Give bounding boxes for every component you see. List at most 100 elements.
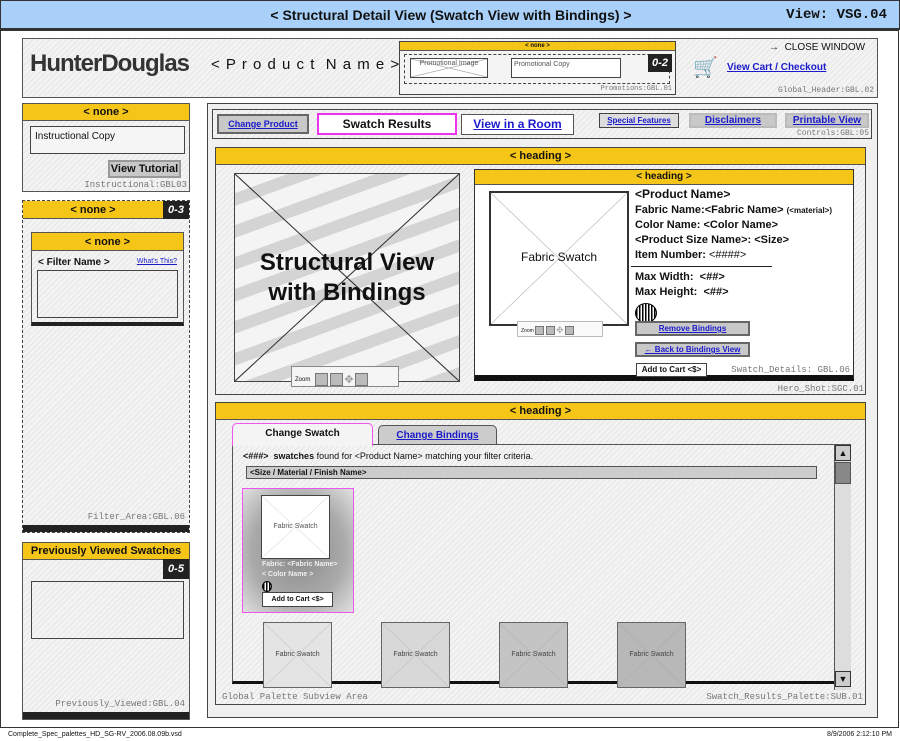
results-label-right: Swatch_Results_Palette:SUB.01 [706, 692, 863, 702]
printable-view-button[interactable]: Printable View [785, 113, 869, 128]
close-window[interactable]: → CLOSE WINDOW [769, 42, 865, 53]
results-count: <###> [243, 451, 269, 461]
previously-viewed-bottom-bar [23, 712, 189, 719]
global-header: HunterDouglas < P r o d u c t N a m e > … [22, 38, 878, 98]
special-features-button[interactable]: Special Features [599, 113, 679, 128]
tab-change-swatch[interactable]: Change Swatch [232, 423, 373, 446]
details-divider [631, 266, 772, 267]
swatch-thumbnail[interactable]: Fabric Swatch [263, 622, 332, 688]
details-pan-icon[interactable]: ✥ [556, 325, 564, 335]
details-heading: < heading > [475, 170, 853, 185]
instructional-heading: < none > [23, 104, 189, 121]
filter-label: Filter_Area:GBL.06 [87, 512, 185, 522]
promo-image-label: Promotional Image [419, 60, 479, 67]
binding-stripe-icon [635, 303, 657, 323]
detail-item: Item Number: <####> [635, 248, 832, 263]
logo[interactable]: HunterDouglas [30, 50, 190, 78]
selected-color: < Color Name > [262, 571, 314, 578]
results-summary: <###> swatches found for <Product Name> … [243, 451, 533, 461]
details-zoom-in-icon[interactable] [535, 326, 545, 335]
details-zoom-out-icon[interactable] [545, 326, 555, 335]
results-label-left: Global Palette Subview Area [222, 692, 368, 702]
details-reset-icon[interactable] [564, 326, 574, 335]
controls-label: Controls:GBL:05 [796, 129, 869, 138]
detail-fabric: Fabric Name:<Fabric Name> (<material>) [635, 203, 832, 218]
previously-viewed-badge: 0-5 [163, 559, 189, 579]
swatch-thumbnail[interactable]: Fabric Swatch [499, 622, 568, 688]
details-zoom-controls[interactable]: Zoom ✥ [517, 321, 603, 337]
view-id: View: VSG.04 [786, 7, 887, 23]
zoom-label: Zoom [295, 377, 311, 384]
product-name: < P r o d u c t N a m e > [211, 56, 401, 73]
selected-binding-icon [262, 581, 272, 592]
view-tutorial-button[interactable]: View Tutorial [108, 160, 181, 178]
zoom-out-icon[interactable] [329, 373, 343, 386]
detail-size: <Product Size Name>: <Size> [635, 234, 790, 246]
previously-viewed-label: Previously_Viewed:GBL.04 [55, 699, 185, 709]
view-in-room-button[interactable]: View in a Room [461, 114, 574, 135]
hero-shot: < heading > Structural View with Binding… [215, 147, 866, 395]
scroll-up-icon[interactable]: ▲ [835, 445, 851, 461]
promo-heading: < none > [400, 42, 675, 51]
swatch-results-palette: < heading > Change Swatch Change Binding… [215, 402, 866, 705]
tab-change-bindings[interactable]: Change Bindings [378, 425, 497, 445]
detail-item-value: <####> [708, 249, 747, 261]
swatch-details: < heading > Fabric Swatch Zoom ✥ <Produc… [474, 169, 854, 381]
detail-item-label: Item Number: [635, 249, 706, 261]
detail-product-name: <Product Name> [635, 187, 731, 201]
swatch-details-label: Swatch_Details: GBL.06 [731, 365, 850, 375]
zoom-in-icon[interactable] [315, 373, 329, 386]
selected-swatch-image[interactable]: Fabric Swatch [261, 495, 330, 559]
instructional-panel: < none > Instructional Copy View Tutoria… [22, 103, 190, 192]
details-text: <Product Name> Fabric Name:<Fabric Name>… [631, 187, 832, 323]
filter-name: < Filter Name > [38, 257, 110, 268]
view-cart-link[interactable]: View Cart / Checkout [727, 62, 826, 73]
title-bar: < Structural Detail View (Swatch View wi… [0, 0, 900, 30]
detail-fabric-name: Fabric Name:<Fabric Name> [635, 204, 784, 216]
controls-bar: Change Product Swatch Results View in a … [212, 109, 872, 139]
promo-label: Promotions:GBL.01 [600, 85, 672, 93]
pan-icon[interactable]: ✥ [344, 374, 353, 386]
selected-swatch-card[interactable]: Fabric Swatch Fabric: <Fabric Name> < Co… [242, 488, 354, 613]
header-label: Global_Header:GBL.02 [777, 86, 874, 95]
zoom-controls[interactable]: Zoom ✥ [291, 366, 399, 387]
detail-material: (<material>) [786, 206, 832, 215]
filter-options-box[interactable] [37, 270, 178, 318]
scroll-down-icon[interactable]: ▼ [835, 671, 851, 687]
filter-inner-heading: < none > [32, 233, 183, 251]
scroll-thumb[interactable] [835, 462, 851, 484]
swatch-results-tab[interactable]: Swatch Results [317, 113, 457, 135]
reset-icon[interactable] [355, 373, 369, 386]
close-window-label: CLOSE WINDOW [784, 42, 866, 53]
fabric-swatch-image[interactable]: Fabric Swatch [489, 191, 629, 326]
selected-swatch-text: Fabric Swatch [273, 523, 318, 530]
arrow-right-icon: → [769, 42, 785, 53]
swatch-thumbnail[interactable]: Fabric Swatch [617, 622, 686, 688]
detail-color: Color Name: <Color Name> [635, 219, 779, 231]
previously-viewed-box[interactable] [31, 581, 184, 639]
swatch-thumbnail-label: Fabric Swatch [629, 651, 674, 658]
results-group-bar: <Size / Material / Finish Name> [246, 466, 817, 479]
selected-add-to-cart-button[interactable]: Add to Cart <$> [262, 592, 333, 607]
structural-view-text: Structural View with Bindings [259, 249, 435, 306]
swatch-thumbnail[interactable]: Fabric Swatch [381, 622, 450, 688]
structural-view-image[interactable]: Structural View with Bindings [234, 173, 460, 382]
filter-group: < none > < Filter Name > What's This? [31, 232, 184, 326]
swatch-thumbnail-label: Fabric Swatch [511, 651, 556, 658]
disclaimers-button[interactable]: Disclaimers [689, 113, 777, 128]
remove-bindings-button[interactable]: Remove Bindings [635, 321, 750, 336]
add-to-cart-button[interactable]: Add to Cart <$> [636, 363, 707, 377]
scrollbar[interactable]: ▲ ▼ [834, 445, 851, 690]
results-summary-text: found for <Product Name> matching your f… [316, 451, 534, 461]
change-product-button[interactable]: Change Product [217, 114, 309, 134]
instructional-label: Instructional:GBL03 [84, 180, 187, 190]
results-count-word: swatches [273, 451, 315, 461]
promo-image[interactable]: Promotional Image [410, 58, 488, 78]
whats-this-link[interactable]: What's This? [137, 258, 177, 265]
filter-badge: 0-3 [163, 201, 189, 219]
swatch-thumbnail-label: Fabric Swatch [393, 651, 438, 658]
back-to-bindings-button[interactable]: ← Back to Bindings View [635, 342, 750, 357]
detail-max-height: Max Height: <##> [635, 286, 729, 298]
instructional-copy: Instructional Copy [30, 126, 185, 154]
cart-icon[interactable]: 🛒 [693, 55, 718, 80]
